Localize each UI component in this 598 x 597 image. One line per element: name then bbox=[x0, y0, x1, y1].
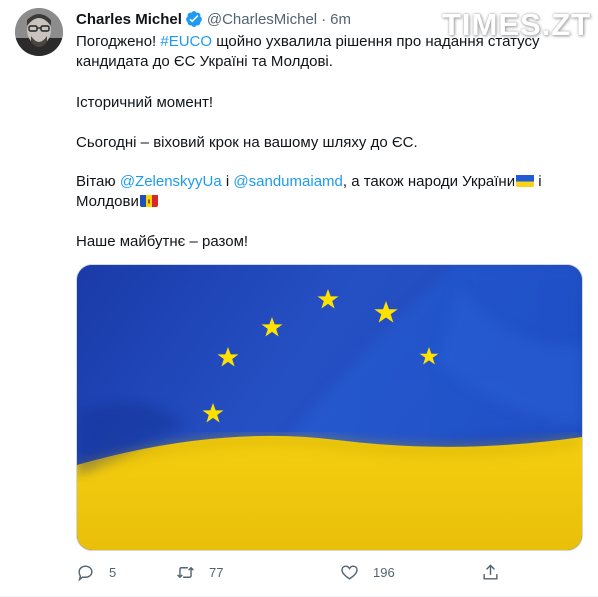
tweet-text: , а також народи України bbox=[342, 173, 516, 190]
retweet-count: 77 bbox=[209, 564, 224, 580]
tweet-text: Вітаю bbox=[76, 173, 120, 190]
tweet-timestamp[interactable]: 6m bbox=[330, 11, 351, 28]
flag-moldova-emoji bbox=[139, 194, 158, 207]
retweet-icon bbox=[177, 566, 194, 578]
tweet-text: Молдови bbox=[76, 193, 139, 210]
tweet-text-para2: Історичний момент! bbox=[76, 94, 214, 111]
flag-ukraine-emoji bbox=[516, 174, 535, 187]
avatar-photo bbox=[15, 8, 63, 56]
tweet-header: Charles Michel @CharlesMichel · 6m bbox=[76, 8, 351, 30]
retweet-button[interactable]: 77 bbox=[176, 560, 223, 584]
tweet-text: кандидата до ЄС Україні та Молдові. bbox=[76, 53, 333, 70]
tweet-text-para3: Сьогодні – віховий крок на вашому шляху … bbox=[76, 134, 418, 151]
tweet-text-para1: Погоджено! #EUCO щойно ухвалила рішення … bbox=[76, 32, 576, 72]
reply-icon bbox=[78, 564, 93, 582]
share-icon bbox=[483, 563, 498, 580]
tweet[interactable]: Charles Michel @CharlesMichel · 6m TIMES… bbox=[0, 0, 598, 597]
heart-icon bbox=[341, 564, 358, 580]
reply-button[interactable]: 5 bbox=[76, 560, 116, 584]
eu-ukraine-flag-image bbox=[77, 265, 582, 550]
tweet-text-para5: Наше майбутнє – разом! bbox=[76, 233, 249, 250]
tweet-media-image[interactable] bbox=[76, 264, 583, 551]
tweet-text: і bbox=[221, 173, 234, 190]
share-button[interactable] bbox=[481, 560, 500, 584]
like-count: 196 bbox=[373, 564, 395, 580]
avatar[interactable] bbox=[15, 8, 63, 56]
verified-badge-icon bbox=[185, 11, 202, 27]
tweet-text: і bbox=[534, 173, 542, 190]
mention-link-zelenskyy[interactable]: @ZelenskyyUa bbox=[120, 173, 222, 190]
separator-dot: · bbox=[321, 10, 327, 28]
display-name[interactable]: Charles Michel bbox=[76, 11, 182, 28]
like-button[interactable]: 196 bbox=[340, 560, 395, 584]
author-handle[interactable]: @CharlesMichel bbox=[207, 11, 317, 28]
tweet-text: Погоджено! bbox=[76, 33, 161, 50]
tweet-actions-bar: 5 77 196 bbox=[76, 560, 506, 584]
reply-count: 5 bbox=[109, 564, 117, 580]
tweet-text-para4: Вітаю @ZelenskyyUa і @sandumaiamd, а так… bbox=[76, 172, 576, 212]
tweet-text: щойно ухвалила рішення про надання стату… bbox=[212, 33, 540, 50]
mention-link-sandu[interactable]: @sandumaiamd bbox=[233, 173, 342, 190]
hashtag-link[interactable]: #EUCO bbox=[160, 33, 212, 50]
